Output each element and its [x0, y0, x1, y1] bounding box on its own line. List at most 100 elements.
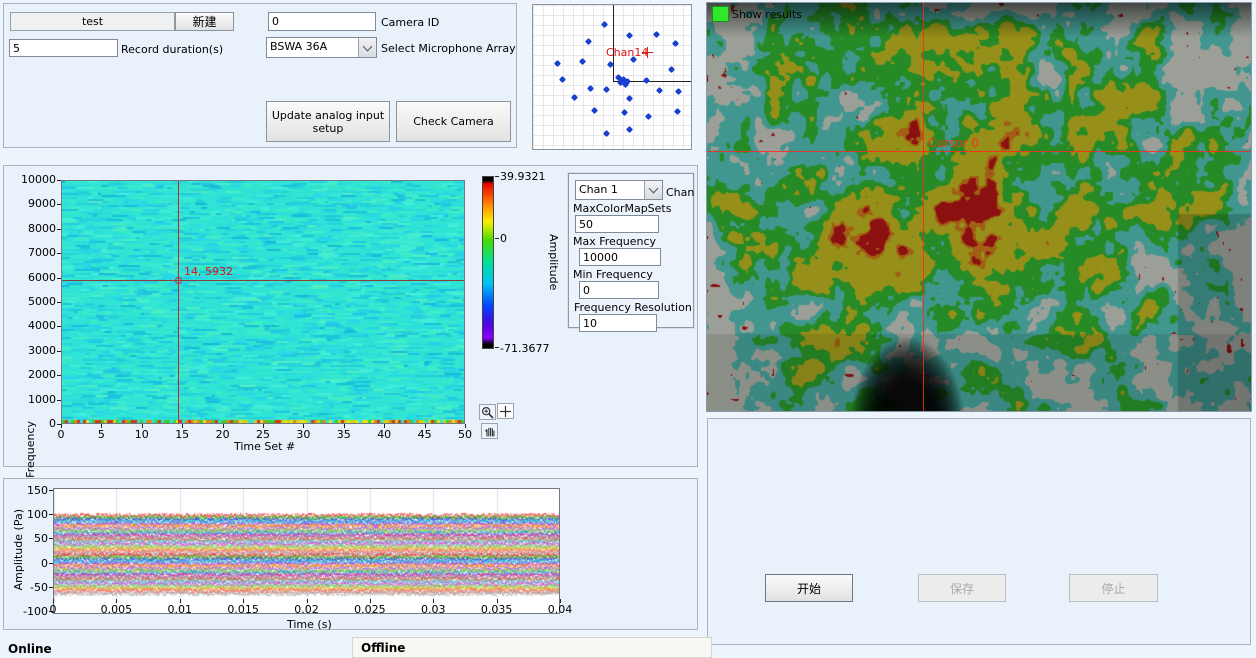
mic-dot	[674, 108, 681, 115]
mic-dot	[603, 86, 610, 93]
offline-status-label: Offline	[361, 641, 405, 655]
spectrogram-x-tick: 15	[168, 428, 196, 441]
tick-mark	[49, 563, 53, 564]
spectrogram-y-tick: 8000	[12, 222, 56, 235]
tick-mark	[425, 424, 426, 428]
tick-mark	[57, 326, 61, 327]
spectrogram-x-tick: 20	[209, 428, 237, 441]
max-frequency-field[interactable]: 10000	[579, 248, 661, 266]
spectrogram-cursor-hline[interactable]	[62, 280, 464, 281]
tick-mark	[57, 180, 61, 181]
camera-id-field[interactable]: 0	[268, 12, 376, 31]
max-frequency-label: Max Frequency	[573, 235, 656, 248]
min-frequency-label: Min Frequency	[573, 268, 653, 281]
colorbar-tick: 39.9321	[500, 170, 558, 183]
cursor-tool-icon[interactable]	[497, 403, 514, 419]
waveform-y-tick: 0	[16, 557, 48, 570]
tick-mark	[57, 351, 61, 352]
tick-mark	[57, 375, 61, 376]
tick-mark	[344, 424, 345, 428]
mic-array-dropdown[interactable]: BSWA 36A	[266, 37, 377, 58]
mic-dot	[626, 95, 633, 102]
start-button[interactable]: 开始	[765, 574, 853, 602]
tick-mark	[307, 599, 308, 603]
show-results-checkbox[interactable]	[712, 6, 729, 22]
maxcolormapsets-label: MaxColorMapSets	[573, 202, 671, 215]
zoom-tool-icon[interactable]	[479, 404, 496, 420]
waveform-x-tick: 0.005	[96, 603, 136, 616]
camera-cursor-hline[interactable]	[707, 151, 1251, 152]
stop-button[interactable]: 停止	[1069, 574, 1158, 602]
tick-mark	[433, 599, 434, 603]
waveform-x-tick: 0.035	[477, 603, 517, 616]
tick-mark	[57, 204, 61, 205]
mic-dot	[621, 109, 628, 116]
frequency-resolution-field[interactable]: 10	[579, 314, 657, 332]
tick-mark	[495, 176, 499, 177]
tick-mark	[560, 599, 561, 603]
new-button[interactable]: 新建	[175, 12, 234, 31]
min-frequency-field[interactable]: 0	[579, 281, 659, 299]
tick-mark	[223, 424, 224, 428]
channel-dropdown[interactable]: Chan 1	[575, 180, 663, 200]
action-panel: 开始 保存 停止	[707, 418, 1251, 645]
maxcolormapsets-field[interactable]: 50	[575, 215, 659, 233]
tick-mark	[263, 424, 264, 428]
frequency-resolution-label: Frequency Resolution	[574, 301, 692, 314]
save-button[interactable]: 保存	[918, 574, 1006, 602]
camera-cursor-label: Cursor 0	[928, 136, 979, 150]
mic-dot	[626, 32, 633, 39]
spectrogram-x-tick: 10	[128, 428, 156, 441]
spectrogram-y-tick: 10000	[12, 173, 56, 186]
spectrogram-x-tick: 5	[87, 428, 115, 441]
camera-cursor-vline[interactable]	[923, 3, 924, 411]
tick-mark	[243, 599, 244, 603]
colorbar-tick: -71.3677	[500, 342, 558, 355]
spectrogram-x-tick: 45	[411, 428, 439, 441]
chevron-down-icon[interactable]	[358, 38, 376, 57]
tick-mark	[57, 253, 61, 254]
mic-dot	[607, 61, 614, 68]
waveform-xlabel: Time (s)	[287, 618, 332, 631]
tick-mark	[384, 424, 385, 428]
spectrogram-cursor-vline[interactable]	[178, 181, 179, 423]
tick-mark	[49, 514, 53, 515]
mic-dot	[587, 85, 594, 92]
online-status-label: Online	[8, 642, 52, 656]
camera-view: Cursor 0 Show results	[706, 2, 1252, 412]
pan-tool-icon[interactable]	[481, 423, 498, 439]
update-analog-input-button[interactable]: Update analog input setup	[266, 101, 390, 142]
tick-mark	[182, 424, 183, 428]
acoustic-camera-image[interactable]	[707, 3, 1251, 411]
mic-dot	[603, 130, 610, 137]
spectrogram-x-tick: 35	[330, 428, 358, 441]
chevron-down-icon[interactable]	[644, 181, 662, 199]
waveform-y-tick: 100	[16, 508, 48, 521]
record-duration-field[interactable]: 5	[9, 39, 118, 57]
spectrogram-x-tick: 0	[47, 428, 75, 441]
spectrogram-y-tick: 3000	[12, 344, 56, 357]
waveform-x-tick: 0.025	[350, 603, 390, 616]
mic-dot	[653, 31, 660, 38]
channel-label: Chan	[666, 186, 694, 199]
waveform-panel: Amplitude (Pa) 150100500-50-100 00.0050.…	[3, 478, 698, 630]
tick-mark	[303, 424, 304, 428]
mic-dot	[672, 40, 679, 47]
spectrogram-image[interactable]	[62, 181, 464, 423]
waveform-plot	[53, 488, 560, 614]
waveform-x-tick: 0.02	[287, 603, 327, 616]
spectrogram-xlabel: Time Set #	[234, 440, 295, 453]
tick-mark	[57, 229, 61, 230]
mic-dot	[554, 60, 561, 67]
tick-mark	[57, 278, 61, 279]
waveform-x-tick: 0.04	[540, 603, 580, 616]
array-cursor-label: Chan14	[606, 46, 648, 59]
spectrogram-plot[interactable]: 14, 5932	[61, 180, 465, 424]
amplitude-colorbar	[482, 176, 494, 349]
spectrogram-cursor-marker[interactable]	[175, 277, 182, 284]
spectrogram-y-tick: 7000	[12, 246, 56, 259]
mic-dot	[643, 77, 650, 84]
check-camera-button[interactable]: Check Camera	[396, 101, 511, 142]
project-name-field[interactable]: test	[10, 12, 175, 31]
mic-dot	[645, 113, 652, 120]
